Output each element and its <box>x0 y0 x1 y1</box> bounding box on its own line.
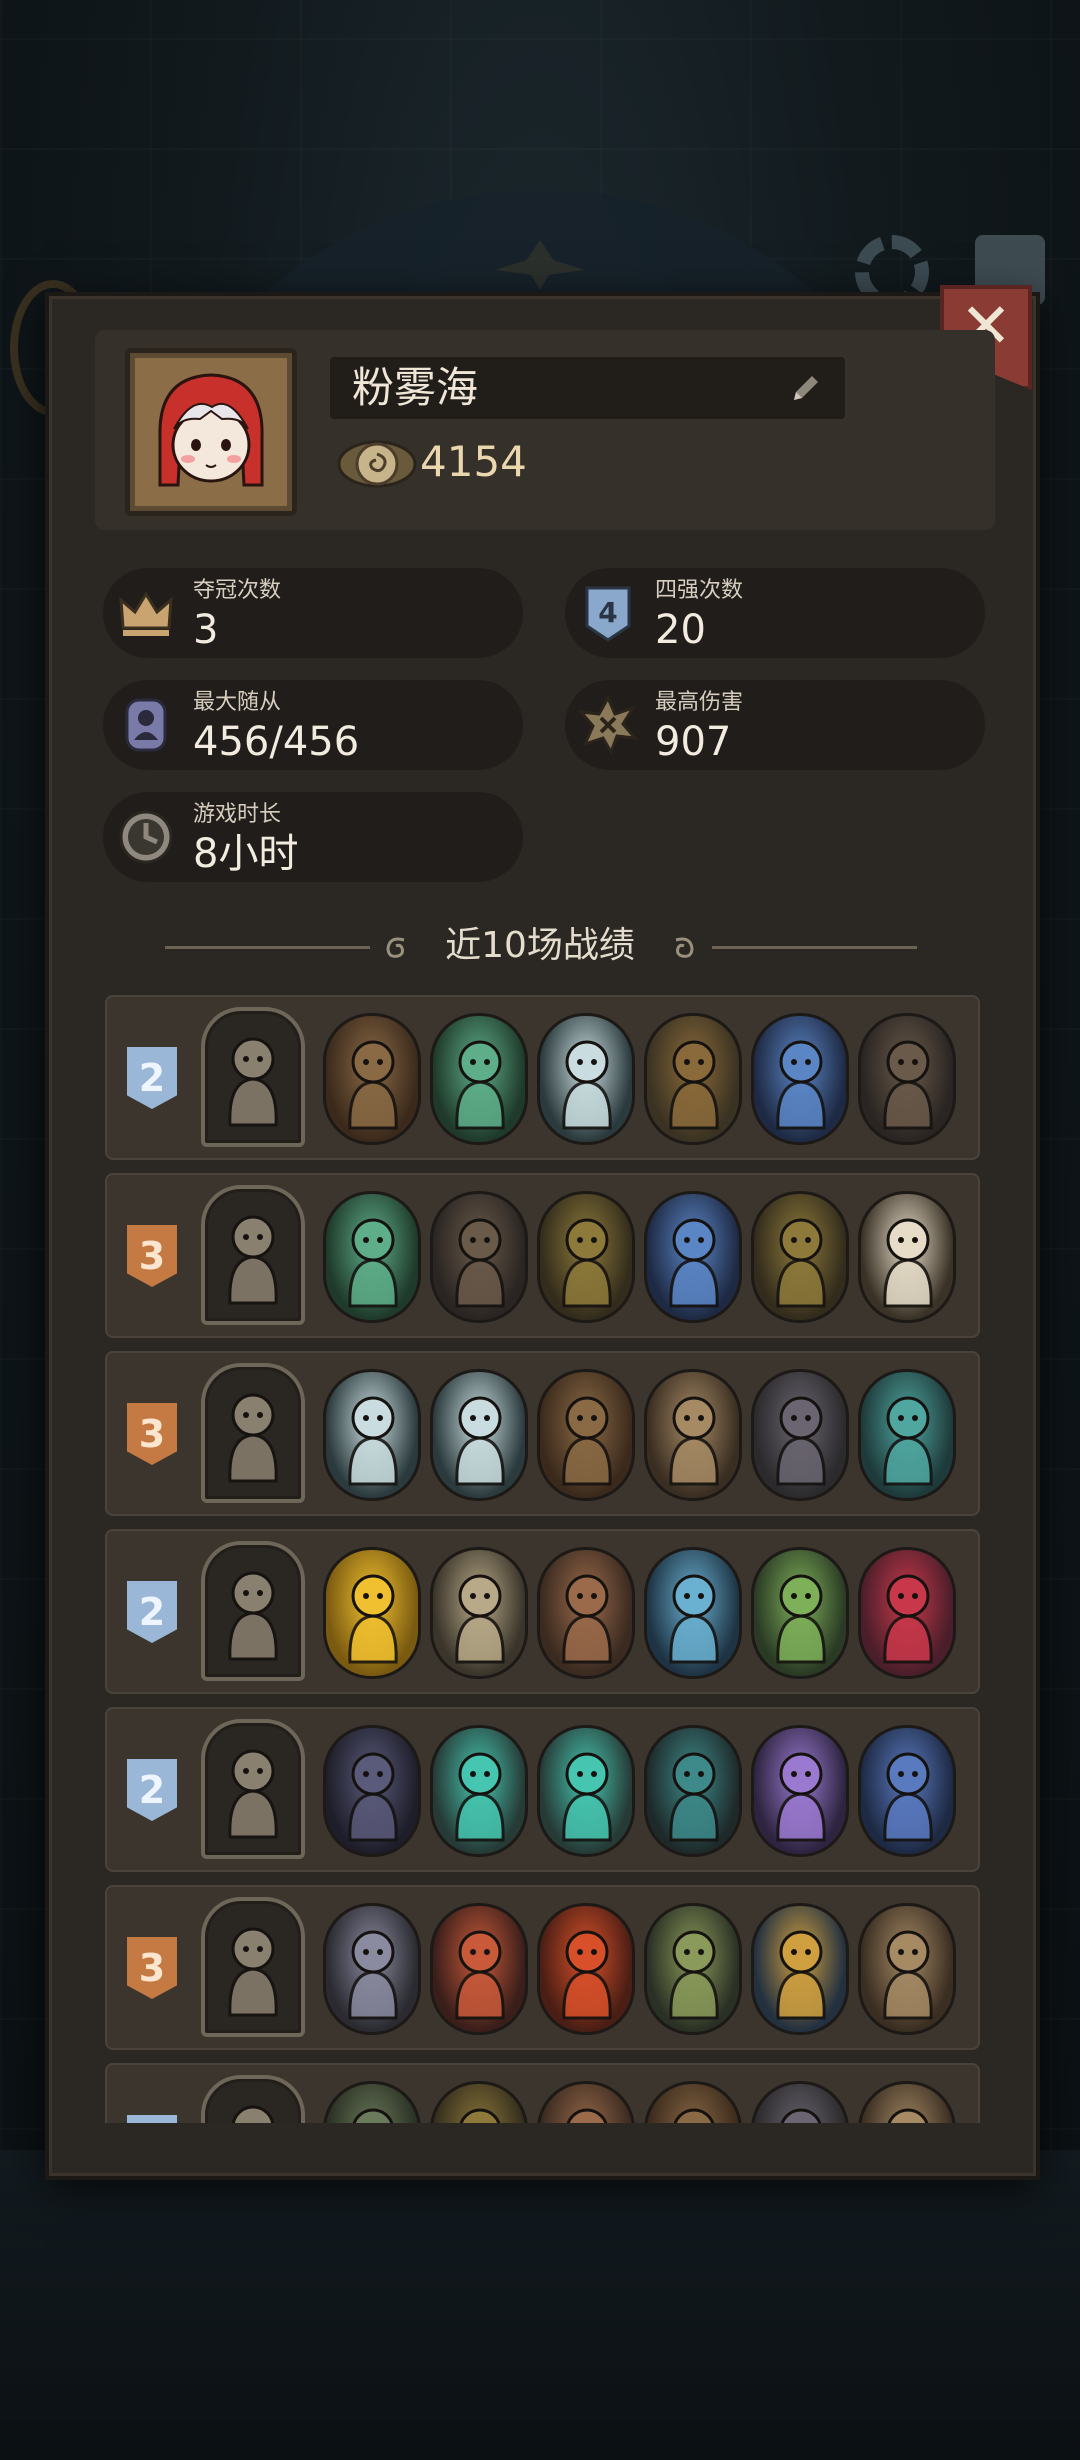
background-floor <box>0 2150 1080 2460</box>
jester-unit-icon[interactable] <box>858 1547 956 1679</box>
goblin-unit-icon[interactable] <box>751 2081 849 2123</box>
teal-monster-unit-icon[interactable] <box>858 1369 956 1501</box>
placement-badge: 3 <box>127 1403 177 1465</box>
blue-elf-unit-icon[interactable] <box>644 1191 742 1323</box>
blonde-knight-hero-icon[interactable] <box>201 1897 305 2037</box>
placement-badge: 3 <box>127 1225 177 1287</box>
witch-unit-icon[interactable] <box>537 1191 635 1323</box>
fire-elemental-unit-icon[interactable] <box>323 1547 421 1679</box>
skeleton-unit-icon[interactable] <box>430 1547 528 1679</box>
placement-badge: 3 <box>127 1937 177 1999</box>
blue-beast-hero-icon[interactable] <box>201 1185 305 1325</box>
green-dragon-unit-icon[interactable] <box>751 1547 849 1679</box>
scarecrow-witch-unit-icon[interactable] <box>644 1013 742 1145</box>
match-row[interactable]: 2 <box>105 1707 980 1872</box>
scarecrow-unit-icon[interactable] <box>323 2081 421 2123</box>
boatman-unit-icon[interactable] <box>644 1725 742 1857</box>
cowboy-unit-icon[interactable] <box>537 2081 635 2123</box>
placement-badge <box>127 2115 177 2123</box>
witch-unit-icon[interactable] <box>430 2081 528 2123</box>
match-row[interactable]: 3 <box>105 1885 980 2050</box>
cowboy-unit-icon[interactable] <box>537 1547 635 1679</box>
dark-knight-unit-icon[interactable] <box>323 1725 421 1857</box>
robot-unit-icon[interactable] <box>537 1013 635 1145</box>
robot-unit-icon[interactable] <box>430 1369 528 1501</box>
treasure-chest-unit-icon[interactable] <box>430 1725 528 1857</box>
match-row[interactable]: 3 <box>105 1351 980 1516</box>
tree-golem-unit-icon[interactable] <box>323 1013 421 1145</box>
scorpion-unit-icon[interactable] <box>430 1903 528 2035</box>
wolf-hero-icon[interactable] <box>201 1363 305 1503</box>
match-row[interactable]: 2 <box>105 995 980 1160</box>
bard-unit-icon[interactable] <box>644 1903 742 2035</box>
eagle-unit-icon[interactable] <box>858 1191 956 1323</box>
voodoo-doll-unit-icon[interactable] <box>858 1903 956 2035</box>
robot-unit-icon[interactable] <box>323 1369 421 1501</box>
placement-badge: 2 <box>127 1759 177 1821</box>
blue-rabbit-unit-icon[interactable] <box>644 1547 742 1679</box>
grey-dragon-unit-icon[interactable] <box>323 1903 421 2035</box>
red-demon-unit-icon[interactable] <box>537 1903 635 2035</box>
match-row[interactable]: 3 <box>105 1173 980 1338</box>
treasure-chest-unit-icon[interactable] <box>537 1725 635 1857</box>
dark-hero-icon[interactable] <box>201 2075 305 2123</box>
blue-wizard-unit-icon[interactable] <box>858 1725 956 1857</box>
tree-golem-unit-icon[interactable] <box>537 1369 635 1501</box>
vine-plant-unit-icon[interactable] <box>323 1191 421 1323</box>
placement-badge: 2 <box>127 1581 177 1643</box>
voodoo-doll-unit-icon[interactable] <box>644 1369 742 1501</box>
goblin-unit-icon[interactable] <box>751 1369 849 1501</box>
placement-badge: 2 <box>127 1047 177 1109</box>
vine-plant-unit-icon[interactable] <box>430 1013 528 1145</box>
sorceress-unit-icon[interactable] <box>751 1725 849 1857</box>
hooded-rogue-unit-icon[interactable] <box>430 1191 528 1323</box>
tree-golem-unit-icon[interactable] <box>644 2081 742 2123</box>
match-row[interactable] <box>105 2063 980 2123</box>
crab-soldier-unit-icon[interactable] <box>751 1903 849 2035</box>
hooded-rogue-unit-icon[interactable] <box>858 1013 956 1145</box>
match-list[interactable]: 2 3 3 2 2 3 <box>47 305 1040 2123</box>
witch-unit-icon[interactable] <box>751 1191 849 1323</box>
blue-elf-unit-icon[interactable] <box>751 1013 849 1145</box>
blue-ogre-hero-icon[interactable] <box>201 1541 305 1681</box>
hooded-mage-hero-icon[interactable] <box>201 1719 305 1859</box>
match-row[interactable]: 2 <box>105 1529 980 1694</box>
voodoo-doll-unit-icon[interactable] <box>858 2081 956 2123</box>
horned-warrior-hero-icon[interactable] <box>201 1007 305 1147</box>
